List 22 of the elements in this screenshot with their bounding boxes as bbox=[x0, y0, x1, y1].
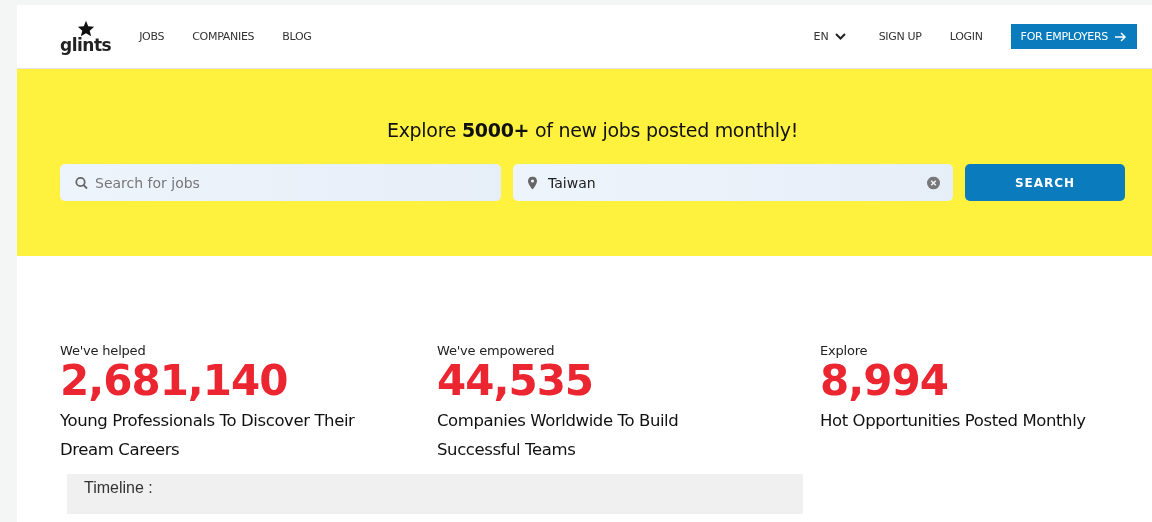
logo[interactable]: glints bbox=[60, 36, 112, 54]
language-selector[interactable]: EN bbox=[813, 30, 846, 43]
employers-button[interactable]: FOR EMPLOYERS bbox=[1010, 24, 1137, 49]
search-button[interactable]: SEARCH bbox=[965, 164, 1125, 201]
stat-caption: We've empowered bbox=[437, 343, 556, 358]
search-field[interactable]: Search for jobs bbox=[60, 164, 501, 201]
stat-description: Companies Worldwide To Build Successful Teams bbox=[437, 410, 680, 462]
stat-number: 8,994 bbox=[820, 358, 949, 405]
timeline-label: Timeline : bbox=[67, 474, 803, 515]
stat-number: 2,681,140 bbox=[60, 358, 289, 405]
nav-link[interactable]: COMPANIES bbox=[192, 30, 255, 43]
stat-caption: Explore bbox=[820, 343, 869, 358]
nav-link[interactable]: JOBS bbox=[139, 30, 165, 43]
stat-description: Young Professionals To Discover Their Dream Careers bbox=[60, 410, 356, 462]
stat-number: 44,535 bbox=[437, 358, 595, 405]
nav-link[interactable]: SIGN UP bbox=[878, 30, 922, 43]
nav-link[interactable]: BLOG bbox=[282, 30, 312, 43]
nav-link[interactable]: LOGIN bbox=[949, 30, 983, 43]
location-field[interactable]: Taiwan bbox=[513, 164, 953, 201]
headline: Explore 5000+ of new jobs posted monthly! bbox=[386, 119, 799, 141]
stat-caption: We've helped bbox=[60, 343, 147, 358]
stat-description: Hot Opportunities Posted Monthly bbox=[820, 410, 1087, 433]
